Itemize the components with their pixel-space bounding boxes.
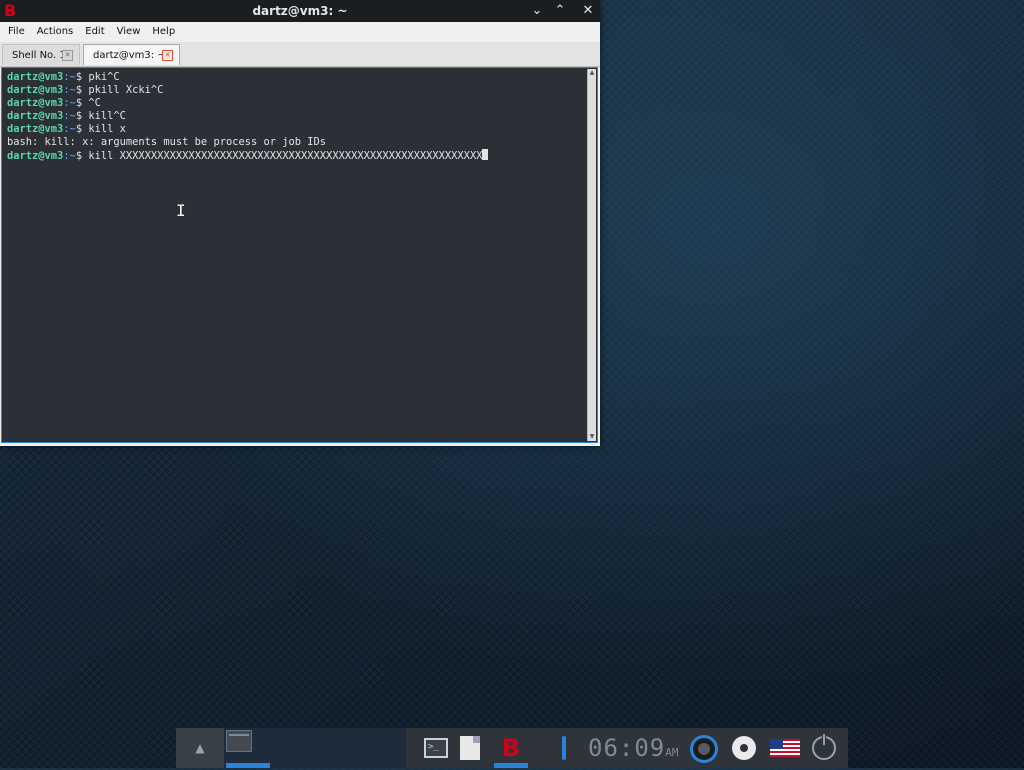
- close-tab-icon[interactable]: ✕: [162, 50, 173, 61]
- prompt-user: dartz@vm3: [7, 123, 64, 135]
- menu-edit[interactable]: Edit: [79, 22, 110, 42]
- command-text: pkill Xcki^C: [88, 84, 164, 96]
- clock-ampm: AM: [665, 746, 679, 759]
- launcher-area: >_ B 06:09AM: [408, 728, 848, 768]
- prompt-path: :~: [63, 84, 76, 96]
- menu-help[interactable]: Help: [146, 22, 181, 42]
- minimize-button[interactable]: ⌄: [526, 0, 548, 22]
- prompt-path: :~: [63, 97, 76, 109]
- output-line: bash: kill: x: arguments must be process…: [7, 136, 585, 149]
- terminal-scrollbar[interactable]: ▲ ▼: [587, 69, 596, 441]
- terminal-icon[interactable]: >_: [424, 738, 448, 758]
- maximize-button[interactable]: ⌃: [549, 0, 571, 22]
- terminal-cursor: [482, 149, 489, 160]
- close-button[interactable]: ✕: [577, 0, 599, 22]
- command-text: kill^C: [88, 110, 126, 122]
- command-text: kill x: [88, 123, 126, 135]
- tab-label: Shell No. 1: [12, 50, 66, 61]
- command-line: dartz@vm3:~$ kill XXXXXXXXXXXXXXXXXXXXXX…: [7, 149, 585, 162]
- prompt-user: dartz@vm3: [7, 84, 64, 96]
- command-text: pki^C: [88, 71, 120, 83]
- prompt-path: :~: [63, 123, 76, 135]
- menu-bar: File Actions Edit View Help: [0, 22, 600, 42]
- menu-view[interactable]: View: [111, 22, 147, 42]
- tab-shell-no-1[interactable]: Shell No. 1 ✕: [2, 44, 80, 65]
- menu-actions[interactable]: Actions: [31, 22, 80, 42]
- command-line: dartz@vm3:~$ kill^C: [7, 110, 585, 123]
- prompt-user: dartz@vm3: [7, 110, 64, 122]
- file-icon[interactable]: [460, 736, 480, 760]
- command-line: dartz@vm3:~$ pkill Xcki^C: [7, 84, 585, 97]
- clock[interactable]: 06:09AM: [588, 731, 679, 765]
- window-title: dartz@vm3: ~: [252, 4, 348, 18]
- command-line: dartz@vm3:~$ pki^C: [7, 71, 585, 84]
- tab-dartz-vm3[interactable]: dartz@vm3: ~ ✕: [83, 44, 180, 65]
- clock-time: 06:09: [588, 734, 666, 762]
- output-text: bash: kill: x: arguments must be process…: [7, 136, 327, 148]
- tab-label: dartz@vm3: ~: [93, 50, 166, 61]
- arrow-up-icon[interactable]: ▲: [176, 728, 224, 768]
- prompt-path: :~: [63, 110, 76, 122]
- prompt-symbol: $: [75, 123, 89, 135]
- command-text: ^C: [88, 97, 101, 109]
- disc-icon[interactable]: [732, 736, 756, 760]
- menu-file[interactable]: File: [0, 22, 31, 42]
- panel-left: ▲: [176, 728, 224, 768]
- taskbar-panel: ▲ >_ B 06:09AM: [176, 728, 848, 768]
- command-line: dartz@vm3:~$ kill x: [7, 123, 585, 136]
- text-cursor-icon: I: [176, 201, 186, 220]
- command-text: kill XXXXXXXXXXXXXXXXXXXXXXXXXXXXXXXXXXX…: [88, 150, 483, 162]
- prompt-user: dartz@vm3: [7, 97, 64, 109]
- command-line: dartz@vm3:~$ ^C: [7, 97, 585, 110]
- task-list: [224, 728, 406, 768]
- ring-icon[interactable]: [690, 735, 718, 763]
- prompt-symbol: $: [75, 84, 89, 96]
- close-tab-icon[interactable]: ✕: [62, 50, 73, 61]
- us-flag-icon[interactable]: [770, 739, 800, 757]
- power-icon[interactable]: [812, 734, 836, 760]
- prompt-user: dartz@vm3: [7, 150, 64, 162]
- terminal-view[interactable]: dartz@vm3:~$ pki^C dartz@vm3:~$ pkill Xck…: [1, 67, 598, 443]
- terminal-window: B dartz@vm3: ~ ⌄ ⌃ ✕ File Actions Edit View…: [0, 0, 600, 446]
- app-logo-icon[interactable]: B: [500, 735, 522, 761]
- tab-bar: Shell No. 1 ✕ dartz@vm3: ~ ✕: [0, 42, 600, 67]
- task-terminal-window[interactable]: [226, 730, 252, 752]
- prompt-symbol: $: [75, 110, 89, 122]
- thermometer-icon[interactable]: [562, 736, 566, 760]
- prompt-symbol: $: [75, 150, 89, 162]
- prompt-user: dartz@vm3: [7, 71, 64, 83]
- prompt-path: :~: [63, 71, 76, 83]
- app-active-indicator: [494, 763, 528, 768]
- prompt-symbol: $: [75, 97, 89, 109]
- scroll-up-icon[interactable]: ▲: [588, 69, 596, 77]
- prompt-symbol: $: [75, 71, 89, 83]
- task-active-indicator: [226, 763, 270, 768]
- window-titlebar[interactable]: B dartz@vm3: ~ ⌄ ⌃ ✕: [0, 0, 600, 22]
- terminal-output: dartz@vm3:~$ pki^C dartz@vm3:~$ pkill Xck…: [7, 71, 585, 162]
- prompt-path: :~: [63, 150, 76, 162]
- scroll-down-icon[interactable]: ▼: [588, 433, 596, 441]
